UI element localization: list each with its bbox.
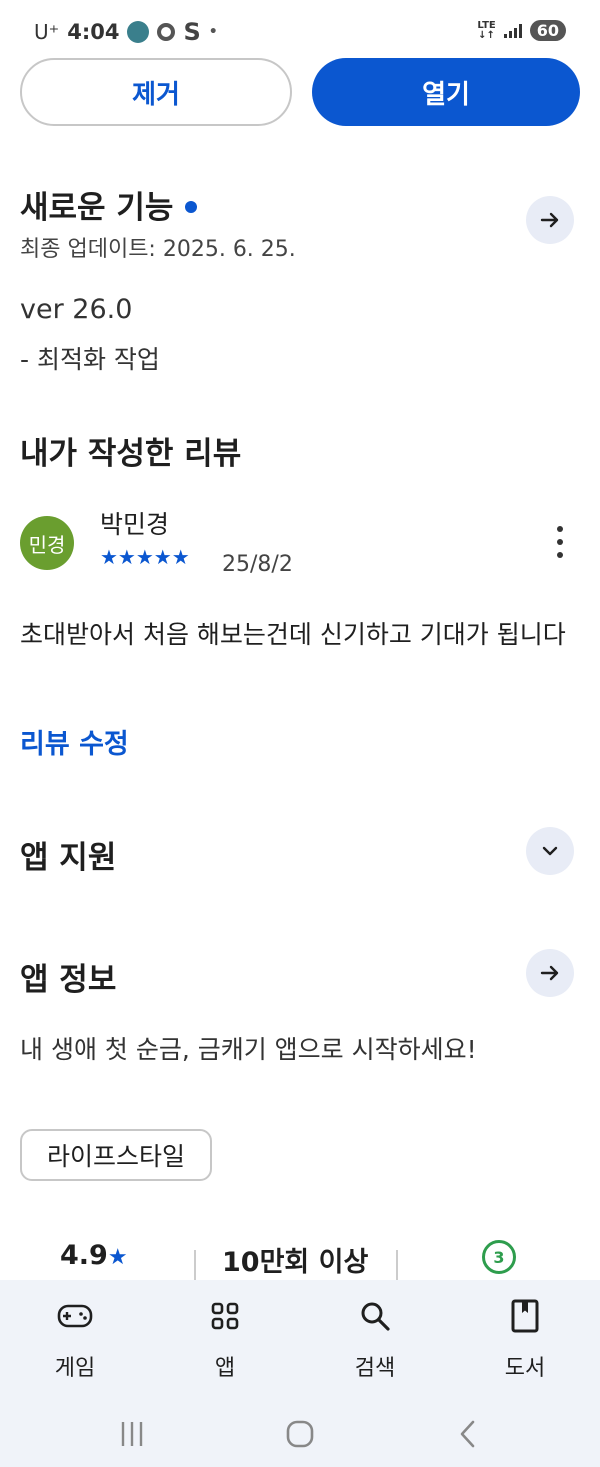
app-support-expand-button[interactable] — [526, 827, 574, 875]
edit-review-link[interactable]: 리뷰 수정 — [20, 722, 129, 761]
nav-games-label: 게임 — [54, 1356, 96, 1381]
lte-icon: LTE ↓↑ — [477, 19, 496, 41]
whats-new-title[interactable]: 새로운 기능 — [20, 182, 198, 227]
reviewer-name: 박민경 — [100, 510, 170, 539]
status-left: U⁺ 4:04 S • — [34, 18, 218, 46]
carrier-label: U⁺ — [34, 20, 60, 44]
nav-books-label: 도서 — [504, 1356, 546, 1381]
downloads-stat: 10만회 이상 — [222, 1247, 369, 1278]
review-text: 초대받아서 처음 해보는건데 신기하고 기대가 됩니다 — [20, 620, 566, 649]
nav-apps-label: 앱 — [214, 1356, 236, 1381]
book-icon — [505, 1296, 545, 1336]
nav-books[interactable]: 도서 — [450, 1280, 600, 1400]
apps-grid-icon — [205, 1296, 245, 1336]
release-note: - 최적화 작업 — [20, 345, 160, 374]
category-chip[interactable]: 라이프스타일 — [20, 1129, 213, 1181]
whats-new-arrow-button[interactable] — [526, 196, 574, 244]
clock: 4:04 — [67, 20, 120, 44]
rating-value: 4.9 — [60, 1240, 108, 1271]
more-notifications-dot: • — [208, 24, 218, 40]
recent-apps-icon[interactable] — [110, 1412, 154, 1456]
star-rating: ★★★★★ — [100, 545, 190, 569]
system-nav-bar — [0, 1400, 600, 1467]
app-info-arrow-button[interactable] — [526, 949, 574, 997]
battery-icon: 60 — [529, 20, 566, 41]
back-icon[interactable] — [446, 1412, 490, 1456]
chevron-down-icon — [542, 846, 558, 856]
more-options-icon[interactable] — [548, 526, 572, 558]
age-rating-badge: 3 — [482, 1240, 516, 1274]
nav-apps[interactable]: 앱 — [150, 1280, 300, 1400]
action-buttons: 제거 열기 — [20, 58, 580, 126]
my-review-title: 내가 작성한 리뷰 — [20, 436, 242, 472]
arrow-right-icon — [540, 212, 559, 228]
app-description: 내 생애 첫 순금, 금캐기 앱으로 시작하세요! — [20, 1035, 477, 1064]
whats-new-label: 새로운 기능 — [20, 190, 174, 226]
chrome-notification-icon — [157, 23, 176, 41]
app-notification-icon — [127, 21, 150, 43]
avatar: 민경 — [20, 516, 74, 570]
arrow-right-icon — [540, 965, 559, 981]
divider — [396, 1250, 398, 1280]
last-update-date: 최종 업데이트: 2025. 6. 25. — [20, 237, 296, 262]
app-support-title[interactable]: 앱 지원 — [20, 832, 116, 877]
uninstall-button[interactable]: 제거 — [20, 58, 292, 126]
search-icon — [355, 1296, 395, 1336]
status-right: LTE ↓↑ 60 — [477, 20, 566, 41]
rating-stat: 4.9★ — [60, 1240, 128, 1271]
status-bar: U⁺ 4:04 S • LTE ↓↑ 60 — [0, 0, 600, 58]
home-icon[interactable] — [278, 1412, 322, 1456]
signal-icon — [503, 23, 522, 38]
nav-search[interactable]: 검색 — [300, 1280, 450, 1400]
nav-search-label: 검색 — [354, 1356, 396, 1381]
gamepad-icon — [55, 1296, 95, 1336]
review-date: 25/8/2 — [222, 552, 293, 577]
open-button[interactable]: 열기 — [312, 58, 580, 126]
s-notification-icon: S — [183, 18, 201, 46]
app-info-title[interactable]: 앱 정보 — [20, 954, 116, 999]
bottom-nav: 게임 앱 검색 도서 — [0, 1280, 600, 1400]
divider — [194, 1250, 196, 1280]
version-text: ver 26.0 — [20, 294, 133, 325]
nav-games[interactable]: 게임 — [0, 1280, 150, 1400]
new-indicator-dot — [185, 200, 198, 213]
star-icon: ★ — [107, 1245, 128, 1270]
